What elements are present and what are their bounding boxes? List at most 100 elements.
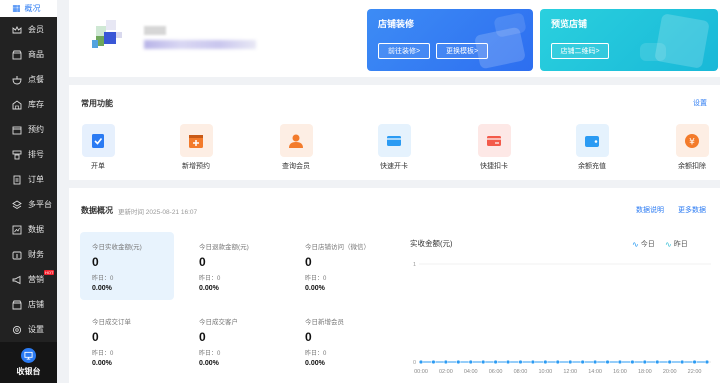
stat-percent: 0.00% xyxy=(199,285,219,292)
function-wallet-plus[interactable]: 余额充值 xyxy=(567,124,617,171)
functions-settings-link[interactable]: 设置 xyxy=(693,98,707,108)
wallet-icon xyxy=(12,250,22,260)
stat-label: 今日新增会员 xyxy=(305,319,344,326)
sidebar-item-11[interactable]: 店铺 xyxy=(0,292,57,317)
legend-wave-icon: ∿ xyxy=(665,239,672,249)
sidebar-item-label: 财务 xyxy=(28,250,44,259)
stat-card[interactable]: 今日新增会员 0 昨日：0 0.00% xyxy=(293,307,387,375)
sidebar-item-1[interactable]: 商品 xyxy=(0,42,57,67)
stat-label: 今日店铺访问（微信） xyxy=(305,244,370,251)
stat-label: 今日成交客户 xyxy=(199,319,238,326)
function-label: 余额扣除 xyxy=(678,163,706,170)
chart-title: 实收金额(元) xyxy=(410,239,453,248)
data-point xyxy=(418,359,424,365)
stat-yesterday: 昨日：0 xyxy=(199,276,221,282)
function-clipboard-check[interactable]: 开单 xyxy=(73,124,123,171)
function-yen[interactable]: ¥ 余额扣除 xyxy=(667,124,717,171)
store-avatar[interactable] xyxy=(90,14,130,54)
data-point xyxy=(679,359,685,365)
more-data-link[interactable]: 更多数据 xyxy=(678,205,706,215)
store-decorate-banner: 店铺装修 前往装修> 更换模板> xyxy=(367,9,533,71)
sidebar-item-8[interactable]: 数据 xyxy=(0,217,57,242)
sidebar-item-label: 商品 xyxy=(28,50,44,59)
data-point xyxy=(704,359,710,365)
stat-value: 0 xyxy=(199,330,206,344)
stat-yesterday: 昨日：0 xyxy=(199,351,221,357)
calendar-icon xyxy=(12,125,22,135)
stat-card[interactable]: 今日成交客户 0 昨日：0 0.00% xyxy=(187,307,281,375)
function-label: 查询会员 xyxy=(282,163,310,170)
change-template-button[interactable]: 更换模板> xyxy=(436,43,488,59)
common-functions-panel: 常用功能 设置 开单 新增预约 查询会员 快速开卡 快捷扣卡 余额充值 ¥ 余额扣除 xyxy=(69,85,720,180)
warehouse-icon xyxy=(12,99,22,110)
x-tick-label: 06:00 xyxy=(489,369,503,375)
legend-wave-icon: ∿ xyxy=(632,239,639,249)
stat-value: 0 xyxy=(305,255,312,269)
stat-yesterday: 昨日：0 xyxy=(305,351,327,357)
x-tick-label: 10:00 xyxy=(538,369,552,375)
sidebar-item-3[interactable]: 库存 xyxy=(0,92,57,117)
sidebar-item-5[interactable]: 排号 xyxy=(0,142,57,167)
x-tick-label: 20:00 xyxy=(663,369,677,375)
data-point xyxy=(431,359,436,365)
function-user[interactable]: 查询会员 xyxy=(271,124,321,171)
sidebar-item-2[interactable]: 点餐 xyxy=(0,67,57,92)
go-decorate-button[interactable]: 前往装修> xyxy=(378,43,430,59)
data-point xyxy=(642,359,647,365)
y-tick-label: 0 xyxy=(413,360,416,366)
x-tick-label: 14:00 xyxy=(588,369,602,375)
function-card[interactable]: 快速开卡 xyxy=(369,124,419,171)
data-explain-link[interactable]: 数据说明 xyxy=(636,205,664,215)
data-point xyxy=(568,359,573,365)
stat-label: 今日成交订单 xyxy=(92,319,131,326)
sidebar-item-overview[interactable]: ▦ 概况 xyxy=(0,0,57,17)
stat-percent: 0.00% xyxy=(92,285,112,292)
sidebar-item-4[interactable]: 预约 xyxy=(0,117,57,142)
store-name-blurred xyxy=(144,26,166,35)
sidebar-item-12[interactable]: 设置 xyxy=(0,317,57,342)
sidebar-item-label: 库存 xyxy=(28,100,44,109)
hot-badge: HOT xyxy=(44,270,55,275)
sidebar-item-9[interactable]: 财务 xyxy=(0,242,57,267)
sidebar-item-label: 数据 xyxy=(28,225,44,234)
stat-value: 0 xyxy=(92,255,99,269)
function-card-minus[interactable]: 快捷扣卡 xyxy=(469,124,519,171)
store-detail-blurred xyxy=(144,40,256,49)
data-point xyxy=(605,359,610,365)
x-tick-label: 02:00 xyxy=(439,369,453,375)
stat-value: 0 xyxy=(305,330,312,344)
function-label: 余额充值 xyxy=(578,163,606,170)
sidebar-item-label: 会员 xyxy=(28,25,44,34)
sidebar-item-0[interactable]: 会员 xyxy=(0,17,57,42)
data-point xyxy=(692,359,697,365)
sidebar-item-7[interactable]: 多平台 xyxy=(0,192,57,217)
card-icon xyxy=(377,124,411,157)
function-calendar-plus[interactable]: 新增预约 xyxy=(171,124,221,171)
stat-card[interactable]: 今日实收金额(元) 0 昨日：0 0.00% xyxy=(80,232,174,300)
sidebar-item-10[interactable]: 营销 HOT xyxy=(0,267,57,292)
store-qrcode-button[interactable]: 店铺二维码> xyxy=(551,43,609,59)
stat-card[interactable]: 今日退款金额(元) 0 昨日：0 0.00% xyxy=(187,232,281,300)
cashier-button[interactable]: 收银台 xyxy=(0,342,57,383)
order-icon xyxy=(12,175,22,185)
legend-today[interactable]: ∿ 今日 xyxy=(632,239,655,249)
y-tick-label: 1 xyxy=(413,262,416,268)
legend-yesterday[interactable]: ∿ 昨日 xyxy=(665,239,688,249)
x-tick-label: 18:00 xyxy=(638,369,652,375)
store-icon xyxy=(12,300,22,310)
stat-label: 今日退款金额(元) xyxy=(199,244,249,251)
stat-card[interactable]: 今日成交订单 0 昨日：0 0.00% xyxy=(80,307,174,375)
sidebar-item-6[interactable]: 订单 xyxy=(0,167,57,192)
function-label: 快速开卡 xyxy=(380,163,408,170)
megaphone-icon xyxy=(12,275,22,285)
x-tick-label: 12:00 xyxy=(563,369,577,375)
revenue-line-chart: 0 1 00:00 02:00 04:00 06:00 08:00 10:00 12:00 14:… xyxy=(413,262,711,375)
function-label: 快捷扣卡 xyxy=(480,163,508,170)
bowl-icon xyxy=(12,75,22,85)
stat-card[interactable]: 今日店铺访问（微信） 0 昨日：0 0.00% xyxy=(293,232,387,300)
data-point xyxy=(655,359,660,365)
gear-icon xyxy=(12,325,22,335)
cashier-label: 收银台 xyxy=(16,367,41,376)
sidebar-item-label: 概况 xyxy=(24,4,41,13)
sidebar-item-label: 订单 xyxy=(28,175,44,184)
